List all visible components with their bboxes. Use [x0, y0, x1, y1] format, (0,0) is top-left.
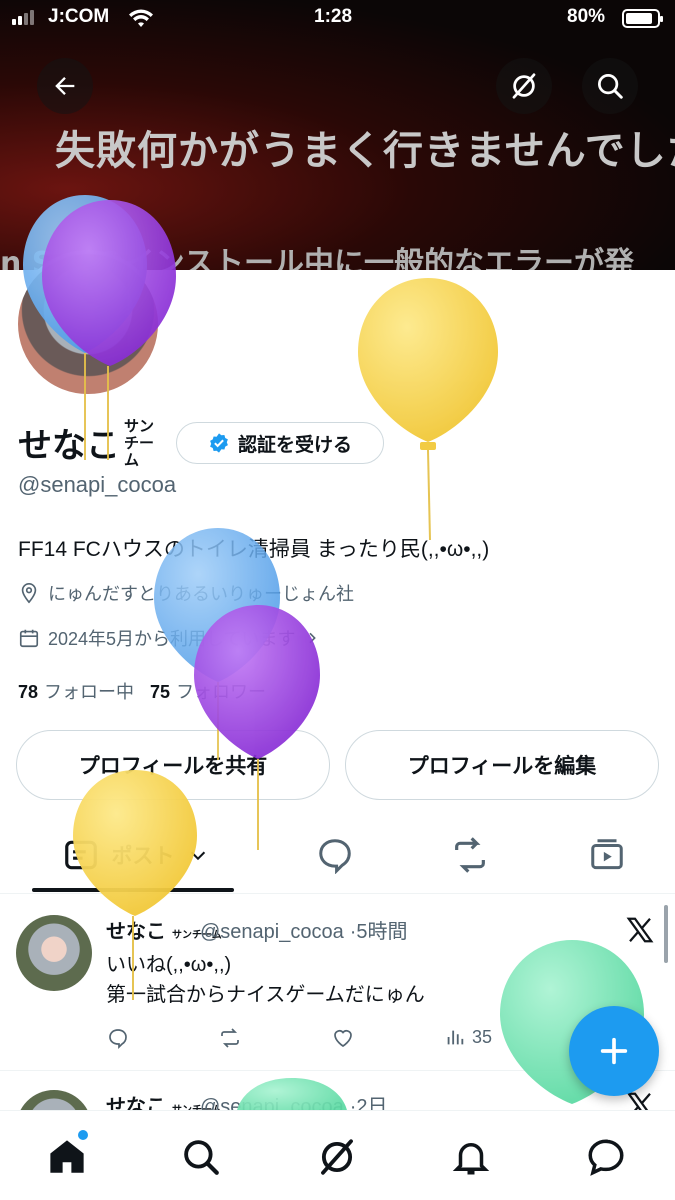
followers-label: フォロワー: [176, 682, 267, 702]
arrow-left-icon: [55, 77, 75, 95]
scrollbar[interactable]: [664, 905, 668, 963]
video-tab-icon: [591, 839, 623, 870]
follow-stats: 78 フォロー中 75 フォロワー: [18, 678, 266, 704]
tab-home[interactable]: [46, 1130, 88, 1183]
share-profile-button[interactable]: プロフィールを共有: [16, 730, 330, 800]
home-icon: [50, 1140, 84, 1173]
views-count: 35: [472, 1026, 493, 1047]
views-action[interactable]: 35: [444, 1026, 492, 1048]
tab-posts[interactable]: ポスト: [40, 830, 230, 880]
tabs-divider: [0, 893, 675, 894]
repost-action[interactable]: [218, 1026, 242, 1050]
following-label: フォロー中: [44, 682, 135, 702]
profile-name-suffix: サンチーム: [124, 418, 155, 469]
reply-icon: [109, 1029, 127, 1050]
tweet-handle[interactable]: @senapi_cocoa: [200, 921, 344, 944]
following-link[interactable]: 78 フォロー中: [18, 678, 134, 704]
profile-bio: FF14 FCハウスのトイレ清掃員 まったり民(,,•ω•,,): [18, 538, 490, 561]
bell-icon: [452, 1143, 490, 1175]
tweet-text-line2: 第一試合からナイスゲームだにゅん: [106, 984, 425, 1006]
clock: 1:28: [314, 6, 353, 27]
balloon-yellow: [358, 278, 498, 541]
joined-label: 2024年5月から利用しています: [48, 629, 296, 649]
profile-avatar[interactable]: [14, 250, 162, 398]
plus-icon: [600, 1037, 628, 1065]
grok-x-icon[interactable]: [625, 915, 655, 945]
tab-posts-label: ポスト: [111, 845, 175, 868]
profile-banner: 失敗何かがうまく行きませんでした。 n S e のインストール中に一般的なエラー…: [0, 0, 675, 270]
tweet-time[interactable]: ·5時間: [350, 915, 408, 944]
location-label: にゅんだすとりあるいりゅーじょん社: [48, 584, 354, 604]
profile-joined[interactable]: 2024年5月から利用しています: [18, 625, 320, 651]
edit-profile-button[interactable]: プロフィールを編集: [345, 730, 659, 800]
reply-bubble-icon: [319, 839, 351, 874]
tweet-author-suffix: サンチーム: [172, 930, 222, 941]
following-count: 78: [18, 682, 39, 702]
posts-tab-icon: [64, 840, 97, 870]
get-verified-label: 認証を受ける: [237, 434, 352, 456]
compose-post-button[interactable]: [569, 1006, 659, 1096]
carrier-label: J:COM: [48, 6, 110, 27]
location-pin-icon: [21, 583, 37, 604]
search-button[interactable]: [582, 58, 638, 114]
back-button[interactable]: [37, 58, 93, 114]
like-action[interactable]: [331, 1026, 355, 1050]
notification-dot: [78, 1130, 88, 1140]
grok-button[interactable]: [496, 58, 552, 114]
analytics-icon: [447, 1030, 464, 1045]
calendar-icon: [19, 629, 39, 648]
profile-location: にゅんだすとりあるいりゅーじょん社: [18, 580, 354, 606]
profile-name: せなこ: [18, 427, 120, 465]
heart-icon: [334, 1030, 352, 1048]
search-icon: [184, 1140, 219, 1175]
grok-icon: [512, 73, 536, 99]
banner-text-line1: 失敗何かがうまく行きませんでした。: [55, 128, 675, 174]
tab-active-indicator: [32, 888, 234, 892]
tab-media[interactable]: [577, 830, 637, 880]
profile-handle: @senapi_cocoa: [18, 472, 177, 497]
chat-bubble-icon: [588, 1139, 624, 1176]
tweet-author-name[interactable]: せなこ: [106, 915, 166, 944]
tweet-text-line1: いいね(,,•ω•,,): [106, 954, 232, 976]
battery-icon: [622, 9, 663, 28]
battery-percent: 80%: [567, 6, 606, 27]
avatar[interactable]: [16, 915, 92, 991]
verified-badge-icon: [210, 433, 228, 453]
repost-icon: [221, 1028, 239, 1048]
get-verified-button[interactable]: 認証を受ける: [176, 422, 384, 464]
tab-reposts[interactable]: [440, 830, 500, 880]
bottom-tab-bar: [0, 1110, 675, 1200]
signal-icon: [12, 10, 34, 25]
repost-icon: [455, 837, 485, 873]
tab-notifications[interactable]: [450, 1136, 492, 1183]
chevron-right-icon: [308, 632, 316, 644]
search-icon: [598, 74, 623, 99]
grok-icon: [321, 1139, 353, 1175]
reply-action[interactable]: [106, 1026, 130, 1050]
wifi-icon: [129, 9, 153, 27]
tab-explore[interactable]: [180, 1136, 222, 1183]
tab-grok[interactable]: [316, 1136, 358, 1183]
followers-count: 75: [150, 682, 171, 702]
followers-link[interactable]: 75 フォロワー: [150, 678, 266, 704]
chevron-down-icon: [190, 851, 205, 861]
tweet-header: せなこ サンチーム @senapi_cocoa ·5時間: [106, 915, 408, 944]
tab-messages[interactable]: [585, 1136, 627, 1183]
tab-replies[interactable]: [305, 830, 365, 880]
